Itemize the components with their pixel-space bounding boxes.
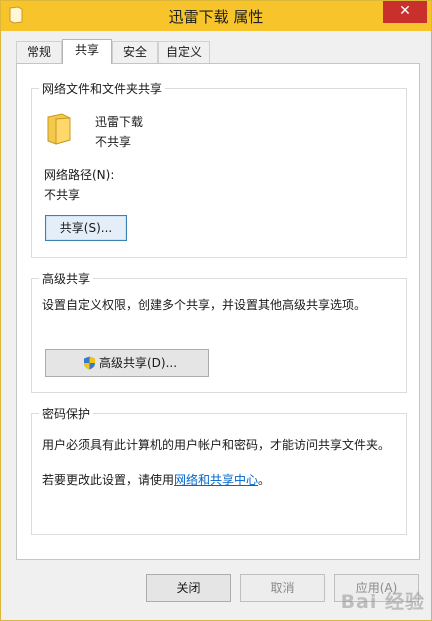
tab-customize[interactable]: 自定义 xyxy=(158,41,210,63)
share-status: 不共享 xyxy=(95,135,132,149)
group-title: 网络文件和文件夹共享 xyxy=(39,80,166,97)
close-window-button[interactable]: ✕ xyxy=(383,1,427,23)
advanced-sharing-description: 设置自定义权限，创建多个共享，并设置其他高级共享选项。 xyxy=(42,298,367,312)
group-title: 高级共享 xyxy=(39,270,94,287)
properties-window: 迅雷下载 属性 ✕ 常规 共享 安全 自定义 网络文件和文件夹共享 迅雷下载 不… xyxy=(0,0,432,621)
hint-prefix: 若要更改此设置，请使用 xyxy=(42,473,175,487)
network-path-label: 网络路径(N): xyxy=(44,168,115,182)
share-button[interactable]: 共享(S)... xyxy=(45,215,127,241)
network-sharing-group: 网络文件和文件夹共享 迅雷下载 不共享 网络路径(N): 不共享 共享(S)..… xyxy=(31,80,407,258)
network-sharing-center-link[interactable]: 网络和共享中心 xyxy=(174,473,258,487)
tab-sharing[interactable]: 共享 xyxy=(62,39,112,64)
advanced-sharing-button[interactable]: 高级共享(D)... xyxy=(45,349,209,377)
advanced-sharing-group: 高级共享 设置自定义权限，创建多个共享，并设置其他高级共享选项。 高级共享(D)… xyxy=(31,270,407,393)
password-protection-description: 用户必须具有此计算机的用户帐户和密码，才能访问共享文件夹。 xyxy=(42,438,391,452)
group-title: 密码保护 xyxy=(39,405,94,422)
window-title: 迅雷下载 属性 xyxy=(168,8,264,26)
title-bar[interactable]: 迅雷下载 属性 ✕ xyxy=(1,1,431,31)
watermark: Bai 经验 xyxy=(340,591,425,613)
hint-suffix: 。 xyxy=(258,473,271,487)
tab-panel: 网络文件和文件夹共享 迅雷下载 不共享 网络路径(N): 不共享 共享(S)..… xyxy=(16,63,420,560)
folder-icon xyxy=(47,113,71,145)
cancel-button[interactable]: 取消 xyxy=(240,574,325,602)
shield-icon xyxy=(84,356,95,370)
password-protection-hint: 若要更改此设置，请使用网络和共享中心。 xyxy=(42,471,270,488)
close-button[interactable]: 关闭 xyxy=(146,574,231,602)
network-path-value: 不共享 xyxy=(44,188,81,202)
dialog-footer: 关闭 取消 应用(A) Bai 经验 xyxy=(1,561,431,620)
tab-general[interactable]: 常规 xyxy=(16,41,62,63)
folder-name: 迅雷下载 xyxy=(95,115,144,129)
tab-security[interactable]: 安全 xyxy=(112,41,158,63)
advanced-sharing-button-label: 高级共享(D)... xyxy=(99,356,178,370)
password-protection-group: 密码保护 用户必须具有此计算机的用户帐户和密码，才能访问共享文件夹。 若要更改此… xyxy=(31,405,407,535)
